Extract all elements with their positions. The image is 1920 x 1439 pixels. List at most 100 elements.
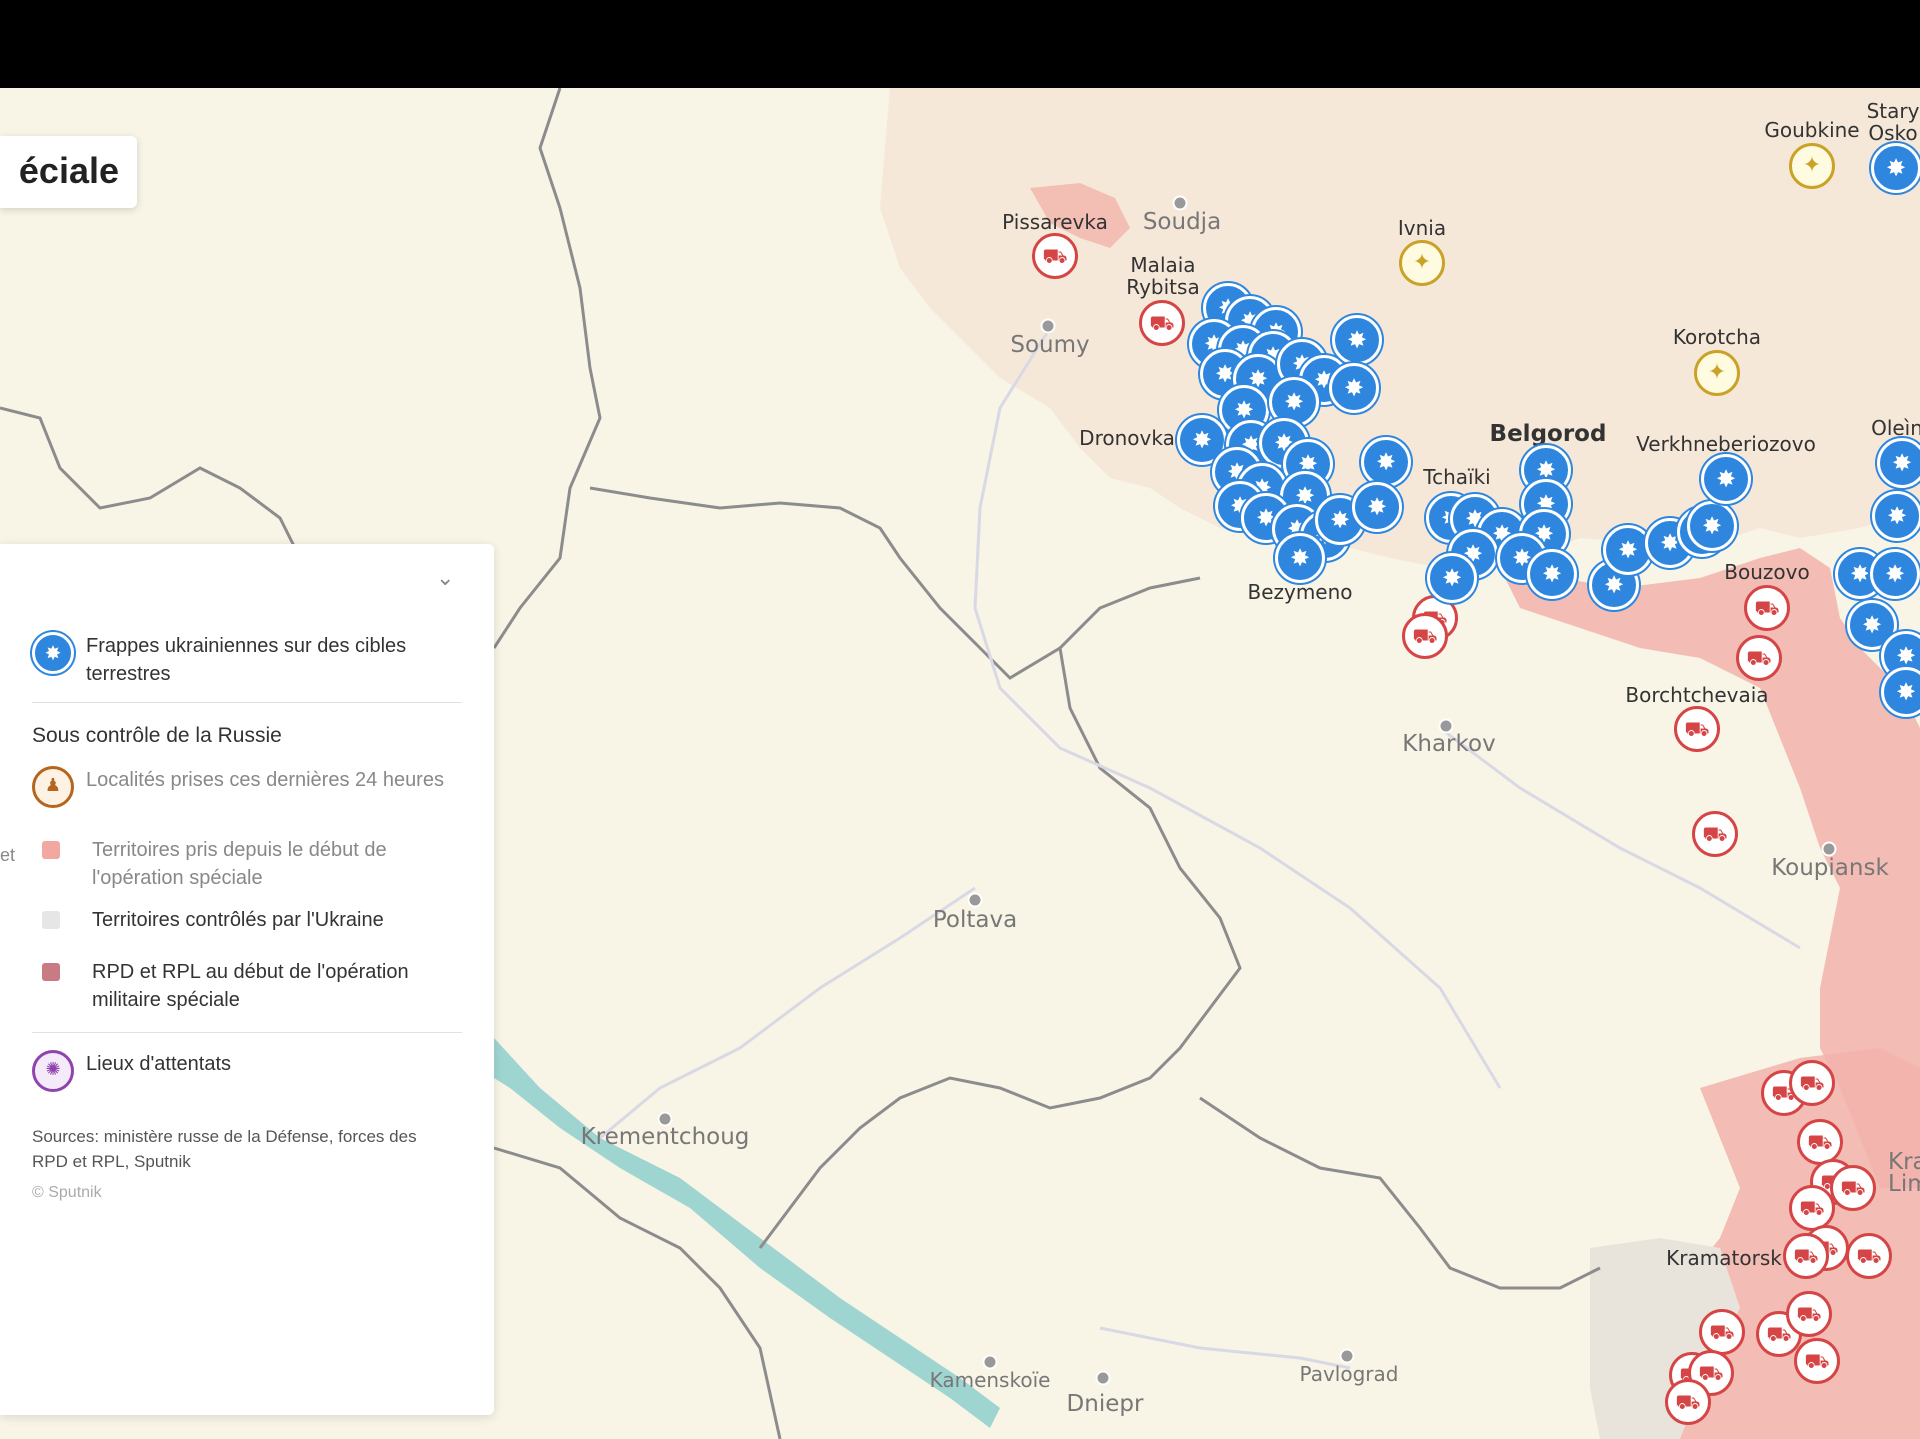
oblast-border-3 — [758, 647, 1242, 1249]
advance-marker[interactable] — [1830, 1165, 1876, 1211]
locality-marker-goubkine[interactable] — [1789, 143, 1835, 189]
road-2 — [599, 886, 976, 1140]
city-label-krasny-liman: Krasny Liman — [1888, 1149, 1920, 1197]
legend-label: RPD et RPL au début de l'opération milit… — [92, 961, 409, 1011]
locality-marker-korotcha[interactable] — [1694, 350, 1740, 396]
legend-label: Lieux d'attentats — [86, 1053, 232, 1075]
city-label-malaia-rybitsa: Malaia Rybitsa — [1126, 253, 1200, 299]
oblast-border-6 — [493, 1146, 782, 1439]
advance-marker[interactable] — [1674, 706, 1720, 752]
strike-marker[interactable] — [1275, 533, 1325, 583]
dpr-lpr-swatch — [42, 963, 60, 981]
legend-russia-heading: Sous contrôle de la Russie — [32, 724, 282, 747]
legend-sources: Sources: ministère russe de la Défense, … — [32, 1127, 417, 1171]
strike-marker[interactable] — [1687, 501, 1737, 551]
advance-marker[interactable] — [1797, 1119, 1843, 1165]
legend-item-attacks: ✺ Lieux d'attentats — [32, 1050, 466, 1092]
legend-divider — [32, 702, 462, 703]
advance-marker[interactable] — [1692, 811, 1738, 857]
legend-item-territory-taken: Territoires pris depuis le début de l'op… — [32, 836, 472, 892]
advance-marker[interactable] — [1789, 1185, 1835, 1231]
city-label-soudja: Soudja — [1142, 209, 1222, 235]
legend-divider — [32, 1032, 462, 1033]
oblast-border-2 — [589, 486, 1201, 680]
legend-label: Territoires contrôlés par l'Ukraine — [92, 909, 384, 931]
legend-item-ukraine-territory: Territoires contrôlés par l'Ukraine — [32, 906, 472, 934]
advance-marker[interactable] — [1139, 300, 1185, 346]
city-label-ivnia: Ivnia — [1397, 216, 1447, 240]
city-label-belgorod: Belgorod — [1489, 421, 1607, 447]
russia-territory — [880, 88, 1920, 568]
advance-marker[interactable] — [1032, 233, 1078, 279]
city-dot-poltava — [967, 892, 983, 908]
advance-marker[interactable] — [1736, 635, 1782, 681]
ukraine-territory-swatch — [42, 911, 60, 929]
locality-marker-ivnia[interactable] — [1399, 240, 1445, 286]
city-label-pavlograd: Pavlograd — [1299, 1362, 1399, 1386]
strike-marker[interactable] — [1872, 491, 1920, 541]
oblast-border-1 — [492, 88, 602, 649]
advance-marker[interactable] — [1789, 1060, 1835, 1106]
city-label-korotcha: Korotcha — [1672, 325, 1762, 349]
strike-marker[interactable] — [1329, 363, 1379, 413]
legend-item-captured-localities: ♟ Localités prises ces dernières 24 heur… — [32, 766, 466, 808]
dnieper-river — [494, 1038, 1000, 1428]
legend-label: Frappes ukrainiennes sur des cibles terr… — [86, 635, 407, 685]
strike-marker[interactable] — [1427, 553, 1477, 603]
collapse-chevron-icon[interactable]: ⌄ — [436, 566, 454, 591]
city-label-pissarevka: Pissarevka — [1002, 210, 1108, 234]
advance-marker[interactable] — [1846, 1233, 1892, 1279]
ukrainian-strike-icon: ✸ — [32, 632, 74, 674]
city-label-dronovka: Dronovka — [1079, 426, 1175, 450]
city-label-oleinik: Oleìn — [1871, 416, 1920, 440]
advance-marker[interactable] — [1699, 1309, 1745, 1355]
oblast-border-4 — [1199, 1096, 1601, 1290]
territory-taken-swatch — [42, 841, 60, 859]
legend-label: Localités prises ces dernières 24 heures — [86, 769, 444, 791]
attack-site-icon: ✺ — [32, 1050, 74, 1092]
city-label-koupiansk: Koupiansk — [1771, 855, 1889, 881]
city-label-borchtchevaia: Borchtchevaia — [1625, 683, 1769, 707]
map-title-box: éciale — [0, 136, 137, 208]
city-label-tchaiki: Tchaïki — [1423, 465, 1491, 489]
city-dot-dniepr — [1095, 1370, 1111, 1386]
strike-marker[interactable] — [1361, 437, 1411, 487]
advance-marker[interactable] — [1744, 585, 1790, 631]
advance-marker[interactable] — [1783, 1233, 1829, 1279]
strike-marker[interactable] — [1352, 482, 1402, 532]
city-label-poltava: Poltava — [932, 907, 1018, 933]
city-label-goubkine: Goubkine — [1764, 118, 1860, 142]
advance-marker[interactable] — [1786, 1291, 1832, 1337]
city-label-krementchoug: Krementchoug — [580, 1124, 750, 1150]
advance-marker[interactable] — [1794, 1338, 1840, 1384]
strike-marker[interactable] — [1527, 549, 1577, 599]
strike-marker[interactable] — [1871, 143, 1920, 193]
strike-marker[interactable] — [1870, 549, 1920, 599]
legend-cut-text: et — [0, 845, 16, 865]
legend-panel: ⌄ ✸ Frappes ukrainiennes sur des cibles … — [0, 544, 494, 1415]
city-label-verkhneberiozovo: Verkhneberiozovo — [1636, 432, 1816, 456]
strike-marker[interactable] — [1701, 454, 1751, 504]
city-label-kamenskoie: Kamenskoïe — [929, 1368, 1051, 1392]
legend-label: Territoires pris depuis le début de l'op… — [92, 839, 387, 889]
strike-marker[interactable] — [1881, 667, 1920, 717]
city-label-kharkov: Kharkov — [1402, 731, 1496, 757]
strike-marker[interactable] — [1332, 315, 1382, 365]
map-canvas[interactable]: Pissarevka Soudja Malaia Rybitsa Soumy I… — [0, 88, 1920, 1439]
captured-locality-icon: ♟ — [32, 766, 74, 808]
legend-item-strikes: ✸ Frappes ukrainiennes sur des cibles te… — [32, 632, 466, 688]
city-label-soumy: Soumy — [1010, 332, 1090, 358]
legend-item-dpr-lpr: RPD et RPL au début de l'opération milit… — [32, 958, 472, 1014]
city-label-bezymeno: Bezymeno — [1247, 580, 1353, 604]
strike-marker[interactable] — [1877, 438, 1920, 488]
city-label-bouzovo: Bouzovo — [1724, 560, 1810, 584]
city-label-stary-oskol: Stary Osko — [1866, 99, 1920, 145]
advance-marker[interactable] — [1665, 1379, 1711, 1425]
city-label-kramatorsk: Kramatorsk — [1666, 1246, 1782, 1270]
advance-marker[interactable] — [1402, 613, 1448, 659]
city-label-dniepr: Dniepr — [1066, 1391, 1144, 1417]
top-black-bar — [0, 0, 1920, 88]
road-3 — [1439, 726, 1801, 950]
map-title: éciale — [18, 150, 119, 191]
legend-copyright: © Sputnik — [32, 1184, 102, 1201]
